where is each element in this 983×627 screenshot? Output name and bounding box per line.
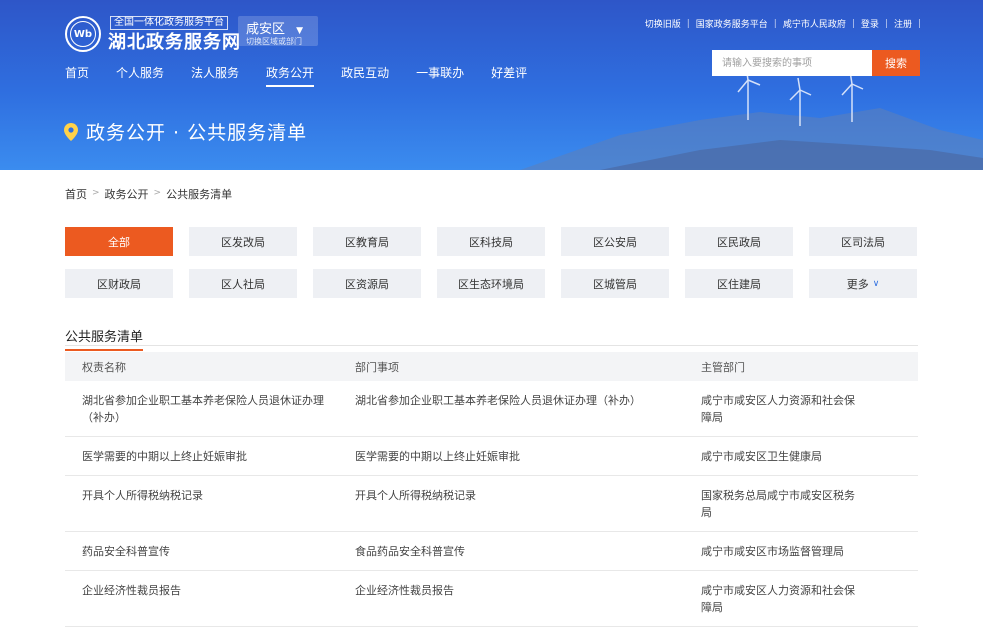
page-title: 政务公开 · 公共服务清单 [86, 122, 308, 144]
filter-chip[interactable]: 区生态环境局 [437, 269, 545, 298]
region-name: 咸安区 [246, 22, 286, 37]
filter-chip-all[interactable]: 全部 [65, 227, 173, 256]
region-switcher[interactable]: 咸安区 ▼ 切换区域或部门 [238, 16, 318, 46]
cell-department: 国家税务总局咸宁市咸安区税务局 [701, 489, 855, 519]
link-login[interactable]: 登录 [855, 17, 885, 30]
chevron-right-icon: > [92, 188, 100, 198]
main-nav: 首页 个人服务 法人服务 政务公开 政民互动 一事联办 好差评 [65, 64, 554, 87]
list-title: 公共服务清单 [65, 326, 144, 351]
filter-chip[interactable]: 区科技局 [437, 227, 545, 256]
cell-name: 企业经济性裁员报告 [82, 584, 181, 597]
cell-department: 咸宁市咸安区人力资源和社会保障局 [701, 394, 855, 424]
breadcrumb-government-affairs[interactable]: 政务公开 [105, 186, 149, 202]
filter-chip[interactable]: 区民政局 [685, 227, 793, 256]
link-national-platform[interactable]: 国家政务服务平台 [690, 17, 774, 30]
cell-name: 湖北省参加企业职工基本养老保险人员退休证办理（补办） [82, 394, 324, 424]
filter-more-button[interactable]: 更多 ∨ [809, 269, 917, 298]
site-name[interactable]: 湖北政务服务网 [108, 28, 241, 54]
logo-emblem: Wb [70, 21, 96, 47]
table-row[interactable]: 药品安全科普宣传 食品药品安全科普宣传 咸宁市咸安区市场监督管理局 [65, 532, 918, 571]
filter-chip[interactable]: 区住建局 [685, 269, 793, 298]
filter-chip[interactable]: 区资源局 [313, 269, 421, 298]
more-label: 更多 [846, 277, 869, 291]
cell-department: 咸宁市咸安区人力资源和社会保障局 [701, 584, 855, 614]
filter-chip[interactable]: 区财政局 [65, 269, 173, 298]
chevron-down-icon: ∨ [872, 278, 880, 289]
search-button[interactable]: 搜索 [872, 50, 920, 76]
nav-evaluation[interactable]: 好差评 [491, 64, 527, 87]
link-switch-old-version[interactable]: 切换旧版 [639, 17, 687, 30]
chevron-right-icon: > [153, 188, 162, 198]
nav-legal-person-services[interactable]: 法人服务 [191, 64, 239, 87]
cell-item: 食品药品安全科普宣传 [355, 545, 465, 558]
filter-chip[interactable]: 区城管局 [561, 269, 669, 298]
cell-name: 医学需要的中期以上终止妊娠审批 [82, 450, 247, 463]
table-row[interactable]: 湖北省参加企业职工基本养老保险人员退休证办理（补办） 湖北省参加企业职工基本养老… [65, 381, 918, 437]
filter-chip[interactable]: 区教育局 [313, 227, 421, 256]
divider: | [917, 18, 921, 29]
table-row[interactable]: 开具个人所得税纳税记录 开具个人所得税纳税记录 国家税务总局咸宁市咸安区税务局 [65, 476, 918, 532]
breadcrumb-current: 公共服务清单 [166, 188, 233, 201]
column-header: 权责名称 [82, 360, 126, 374]
nav-government-affairs[interactable]: 政务公开 [266, 64, 315, 87]
cell-department: 咸宁市咸安区卫生健康局 [701, 450, 822, 463]
table-header: 权责名称 部门事项 主管部门 [65, 352, 918, 381]
cell-item: 企业经济性裁员报告 [355, 584, 454, 597]
services-table: 权责名称 部门事项 主管部门 湖北省参加企业职工基本养老保险人员退休证办理（补办… [65, 352, 918, 627]
filter-chip[interactable]: 区公安局 [561, 227, 669, 256]
cell-item: 医学需要的中期以上终止妊娠审批 [355, 450, 520, 463]
region-sub-label: 切换区域或部门 [246, 37, 302, 46]
cell-item: 湖北省参加企业职工基本养老保险人员退休证办理（补办） [355, 394, 641, 407]
filter-chip[interactable]: 区发改局 [189, 227, 297, 256]
cell-item: 开具个人所得税纳税记录 [355, 489, 476, 502]
column-header: 主管部门 [701, 360, 745, 374]
filter-chip[interactable]: 区人社局 [189, 269, 297, 298]
filter-chip[interactable]: 区司法局 [809, 227, 917, 256]
cell-name: 药品安全科普宣传 [82, 545, 170, 558]
site-logo[interactable]: Wb [65, 16, 101, 52]
divider [65, 345, 918, 346]
nav-one-stop-services[interactable]: 一事联办 [416, 64, 464, 87]
column-header: 部门事项 [355, 360, 399, 374]
breadcrumb: 首页 > 政务公开 > 公共服务清单 [65, 186, 232, 202]
link-register[interactable]: 注册 [888, 17, 918, 30]
link-city-government[interactable]: 咸宁市人民政府 [777, 17, 852, 30]
nav-personal-services[interactable]: 个人服务 [116, 64, 164, 87]
breadcrumb-home[interactable]: 首页 [65, 186, 87, 202]
cell-name: 开具个人所得税纳税记录 [82, 489, 203, 502]
page-heading: 政务公开 · 公共服务清单 [64, 118, 307, 145]
nav-public-interaction[interactable]: 政民互动 [341, 64, 389, 87]
site-header: Wb 全国一体化政务服务平台 湖北政务服务网 咸安区 ▼ 切换区域或部门 切换旧… [0, 0, 983, 170]
table-row[interactable]: 企业经济性裁员报告 企业经济性裁员报告 咸宁市咸安区人力资源和社会保障局 [65, 571, 918, 627]
search-input[interactable] [712, 50, 872, 76]
top-links: 切换旧版 | 国家政务服务平台 | 咸宁市人民政府 | 登录 | 注册 | [639, 17, 921, 31]
table-row[interactable]: 医学需要的中期以上终止妊娠审批 医学需要的中期以上终止妊娠审批 咸宁市咸安区卫生… [65, 437, 918, 476]
nav-home[interactable]: 首页 [65, 64, 89, 87]
caret-down-icon: ▼ [296, 26, 304, 36]
department-filters: 全部 区发改局 区教育局 区科技局 区公安局 区民政局 区司法局 区财政局 区人… [65, 227, 918, 298]
cell-department: 咸宁市咸安区市场监督管理局 [701, 545, 844, 558]
location-pin-icon [64, 122, 78, 141]
